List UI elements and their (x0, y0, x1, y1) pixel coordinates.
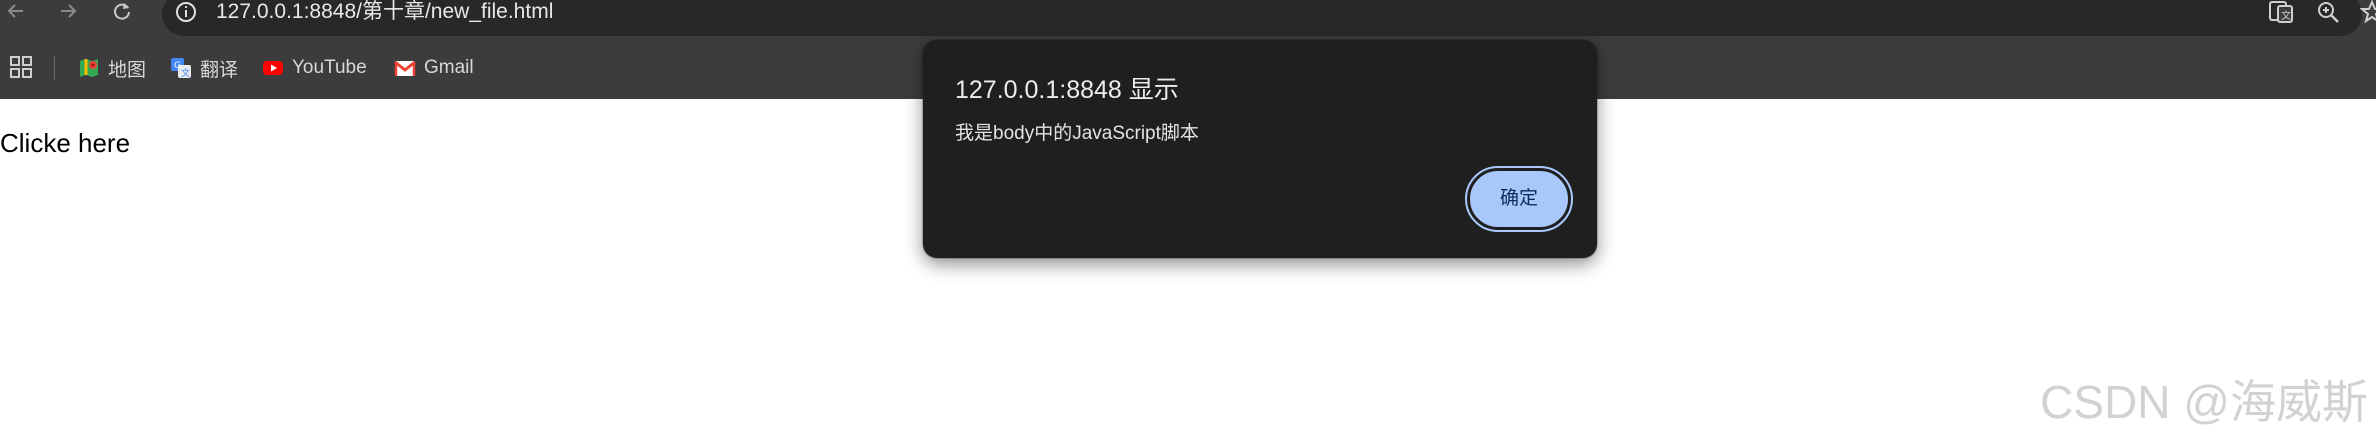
browser-window: 127.0.0.1:8848/第十章/new_file.html 文 地图 G … (0, 0, 2376, 443)
translate-icon: G 文 (171, 58, 191, 79)
bookmark-youtube[interactable]: YouTube (262, 52, 367, 84)
navigation-bar: 127.0.0.1:8848/第十章/new_file.html 文 (0, 0, 2376, 36)
youtube-icon (263, 61, 283, 75)
bookmark-translate-label: 翻译 (200, 59, 239, 81)
svg-text:文: 文 (2281, 9, 2291, 22)
bookmark-maps-label: 地图 (108, 59, 147, 81)
alert-message: 我是body中的JavaScript脚本 (955, 123, 1199, 144)
apps-grid-icon[interactable] (10, 56, 32, 78)
bookmark-translate[interactable]: G 文 翻译 (170, 52, 238, 84)
bookmark-gmail[interactable]: Gmail (394, 52, 474, 84)
svg-text:G: G (174, 61, 181, 71)
bookmark-maps[interactable]: 地图 (78, 52, 146, 84)
alert-dialog: 127.0.0.1:8848 显示 我是body中的JavaScript脚本 确… (923, 40, 1597, 258)
maps-icon (80, 59, 98, 77)
bookmark-gmail-label: Gmail (424, 57, 474, 78)
forward-button[interactable] (48, 0, 88, 24)
back-button[interactable] (0, 0, 36, 24)
alert-title: 127.0.0.1:8848 显示 (955, 76, 1179, 104)
reload-icon (114, 3, 130, 20)
back-arrow-icon (7, 4, 23, 18)
reload-button[interactable] (102, 0, 142, 24)
ok-button[interactable]: 确定 (1465, 166, 1573, 232)
bookmarks-separator (54, 56, 55, 80)
svg-text:文: 文 (181, 67, 190, 79)
forward-arrow-icon (61, 4, 77, 18)
gmail-icon (394, 60, 416, 76)
click-here-link[interactable]: Clicke here (0, 126, 130, 160)
address-url[interactable]: 127.0.0.1:8848/第十章/new_file.html (216, 0, 553, 24)
site-info-icon[interactable] (174, 0, 198, 24)
zoom-icon[interactable] (2316, 0, 2342, 24)
bookmark-youtube-label: YouTube (292, 57, 367, 78)
bookmark-star-icon[interactable] (2360, 0, 2376, 24)
watermark: CSDN @海威斯 (2040, 376, 2368, 428)
translate-page-icon[interactable]: 文 (2268, 0, 2294, 24)
